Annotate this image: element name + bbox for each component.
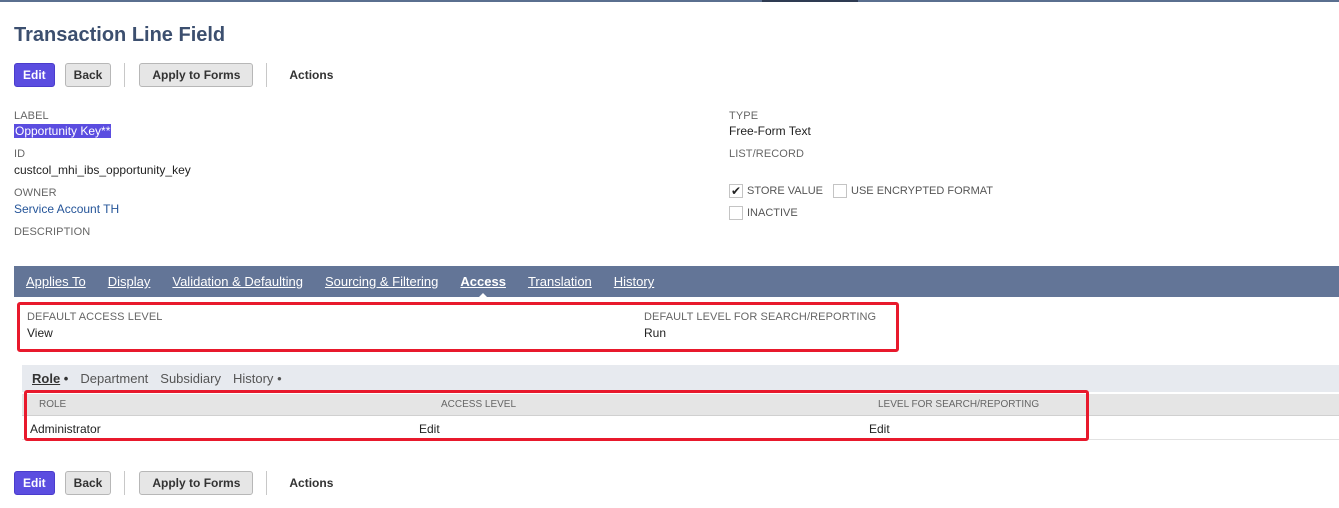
edit-button-bottom[interactable]: Edit bbox=[14, 471, 55, 495]
subtab-subsidiary[interactable]: Subsidiary bbox=[160, 371, 221, 386]
edit-button[interactable]: Edit bbox=[14, 63, 55, 87]
type-field-label: TYPE bbox=[729, 110, 759, 122]
top-button-bar: Edit Back Apply to Forms Actions bbox=[14, 62, 333, 88]
active-tab-caret bbox=[477, 293, 490, 299]
tab-validation-defaulting[interactable]: Validation & Defaulting bbox=[172, 274, 303, 289]
apply-to-forms-button-bottom[interactable]: Apply to Forms bbox=[139, 471, 254, 495]
subtab-role[interactable]: Role • bbox=[32, 371, 68, 386]
top-accent-mark bbox=[762, 0, 858, 2]
label-field-value: Opportunity Key** bbox=[14, 124, 112, 138]
bottom-button-bar: Edit Back Apply to Forms Actions bbox=[14, 470, 333, 496]
annotation-box-defaults bbox=[17, 302, 899, 352]
toolbar-divider bbox=[124, 471, 126, 495]
inactive-checkbox[interactable] bbox=[729, 206, 743, 220]
actions-menu-bottom[interactable]: Actions bbox=[289, 476, 333, 490]
label-field-label: LABEL bbox=[14, 110, 49, 122]
check-icon: ✔ bbox=[730, 184, 742, 198]
encrypted-format-checkbox[interactable] bbox=[833, 184, 848, 198]
top-accent-line bbox=[0, 0, 1339, 2]
back-button[interactable]: Back bbox=[64, 63, 112, 87]
apply-to-forms-button[interactable]: Apply to Forms bbox=[139, 63, 254, 87]
list-record-field-label: LIST/RECORD bbox=[729, 148, 805, 160]
checkbox-row-1: ✔ STORE VALUE USE ENCRYPTED FORMAT bbox=[729, 184, 993, 198]
subtab-bar: Role • Department Subsidiary History • bbox=[22, 365, 1339, 392]
toolbar-divider bbox=[266, 471, 268, 495]
tab-display[interactable]: Display bbox=[108, 274, 151, 289]
encrypted-format-label: USE ENCRYPTED FORMAT bbox=[851, 185, 994, 197]
tab-sourcing-filtering[interactable]: Sourcing & Filtering bbox=[325, 274, 438, 289]
tab-applies-to[interactable]: Applies To bbox=[26, 274, 86, 289]
inactive-label: INACTIVE bbox=[747, 207, 798, 219]
back-button-bottom[interactable]: Back bbox=[64, 471, 112, 495]
subtab-department[interactable]: Department bbox=[80, 371, 148, 386]
owner-link[interactable]: Service Account TH bbox=[14, 202, 119, 216]
main-tab-bar: Applies To Display Validation & Defaulti… bbox=[14, 266, 1339, 299]
actions-menu[interactable]: Actions bbox=[289, 68, 333, 82]
description-field-label: DESCRIPTION bbox=[14, 226, 91, 238]
id-field-label: ID bbox=[14, 148, 26, 160]
subtab-history[interactable]: History • bbox=[233, 371, 282, 386]
tab-history[interactable]: History bbox=[614, 274, 654, 289]
store-value-label: STORE VALUE bbox=[747, 185, 824, 197]
page-title: Transaction Line Field bbox=[14, 24, 226, 46]
label-value-highlight: Opportunity Key** bbox=[14, 124, 112, 138]
checkbox-row-2: INACTIVE bbox=[729, 206, 798, 220]
owner-field-label: OWNER bbox=[14, 187, 57, 199]
store-value-checkbox[interactable]: ✔ bbox=[729, 184, 743, 198]
toolbar-divider bbox=[266, 63, 268, 87]
annotation-box-grid bbox=[24, 390, 1089, 441]
toolbar-divider bbox=[124, 63, 126, 87]
tab-access[interactable]: Access bbox=[460, 274, 506, 299]
tab-translation[interactable]: Translation bbox=[528, 274, 592, 289]
id-field-value: custcol_mhi_ibs_opportunity_key bbox=[14, 163, 191, 177]
type-field-value: Free-Form Text bbox=[729, 124, 811, 138]
